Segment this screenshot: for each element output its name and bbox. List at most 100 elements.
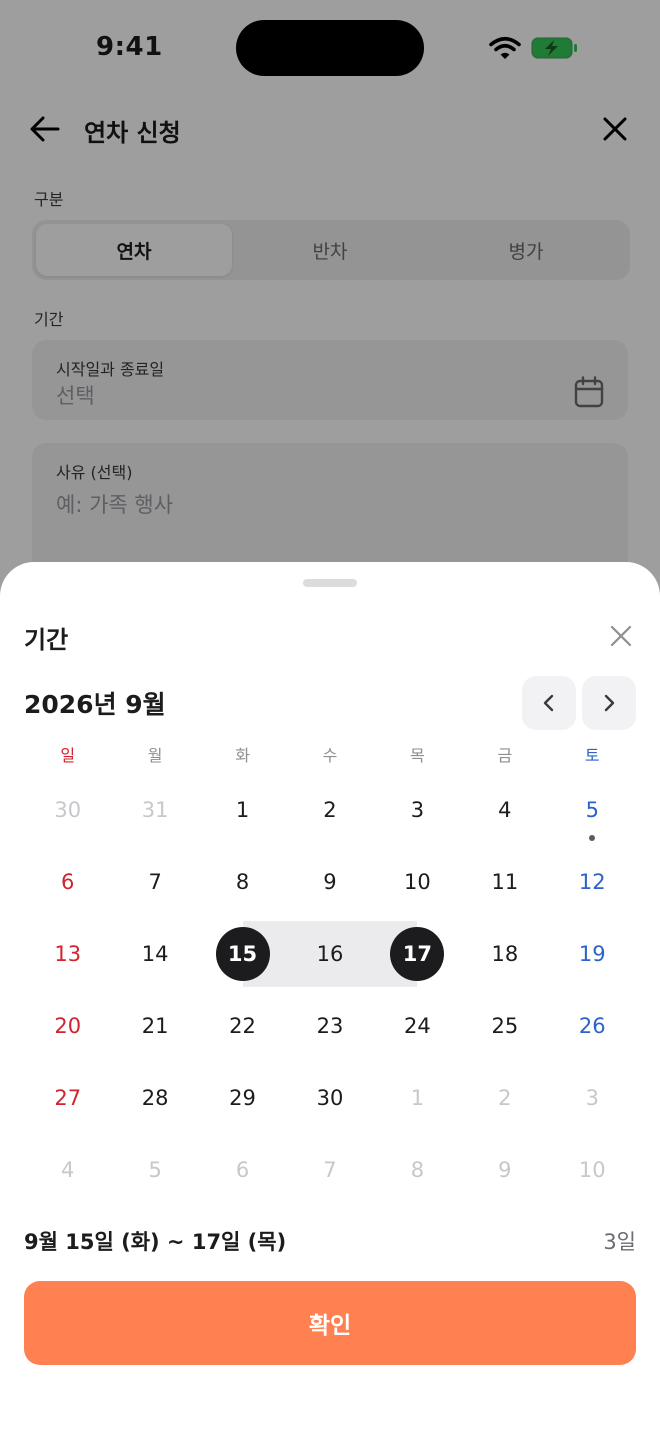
day-number: 13 <box>54 942 82 966</box>
calendar-day[interactable]: 12 <box>549 846 636 918</box>
day-number: 9 <box>498 1158 512 1182</box>
calendar-day[interactable]: 16 <box>286 918 373 990</box>
calendar-day[interactable]: 10 <box>374 846 461 918</box>
calendar-day-outside-month: 5 <box>111 1134 198 1206</box>
calendar-day[interactable]: 27 <box>24 1062 111 1134</box>
day-number: 15 <box>215 927 270 981</box>
day-number: 16 <box>316 942 344 966</box>
calendar-day[interactable]: 2 <box>286 774 373 846</box>
day-number: 2 <box>323 798 337 822</box>
day-number: 19 <box>578 942 606 966</box>
calendar-day[interactable]: 7 <box>111 846 198 918</box>
calendar-day[interactable]: 4 <box>461 774 548 846</box>
next-month-button[interactable] <box>582 676 636 730</box>
chevron-right-icon <box>604 694 615 712</box>
day-number: 12 <box>578 870 606 894</box>
chevron-left-icon <box>543 694 554 712</box>
day-number: 31 <box>141 798 169 822</box>
day-number: 21 <box>141 1014 169 1038</box>
calendar-day-selected[interactable]: 17 <box>374 918 461 990</box>
day-number: 25 <box>491 1014 519 1038</box>
weekday-label: 금 <box>497 746 513 765</box>
calendar-day-selected[interactable]: 15 <box>199 918 286 990</box>
calendar-day-outside-month: 2 <box>461 1062 548 1134</box>
day-number: 14 <box>141 942 169 966</box>
calendar-day[interactable]: 1 <box>199 774 286 846</box>
calendar-day[interactable]: 14 <box>111 918 198 990</box>
calendar-day[interactable]: 19 <box>549 918 636 990</box>
today-dot-indicator <box>589 835 596 841</box>
calendar-day[interactable]: 9 <box>286 846 373 918</box>
weekday-label: 토 <box>584 746 600 765</box>
calendar-day-outside-month: 10 <box>549 1134 636 1206</box>
calendar-day[interactable]: 11 <box>461 846 548 918</box>
calendar-day-outside-month: 4 <box>24 1134 111 1206</box>
calendar-day-outside-month: 3 <box>549 1062 636 1134</box>
day-number: 20 <box>54 1014 82 1038</box>
month-title: 2026년 9월 <box>24 690 166 719</box>
calendar-day[interactable]: 6 <box>24 846 111 918</box>
weekday-header: 일월화수목금토 <box>24 742 636 772</box>
calendar-day[interactable]: 24 <box>374 990 461 1062</box>
day-number: 4 <box>61 1158 75 1182</box>
calendar-day[interactable]: 8 <box>199 846 286 918</box>
calendar-day-outside-month: 6 <box>199 1134 286 1206</box>
calendar-day[interactable]: 20 <box>24 990 111 1062</box>
calendar-day[interactable]: 13 <box>24 918 111 990</box>
calendar-day[interactable]: 5 <box>549 774 636 846</box>
calendar-day[interactable]: 22 <box>199 990 286 1062</box>
day-number: 30 <box>316 1086 344 1110</box>
prev-month-button[interactable] <box>522 676 576 730</box>
calendar-day[interactable]: 18 <box>461 918 548 990</box>
day-number: 3 <box>585 1086 599 1110</box>
day-number: 5 <box>148 1158 162 1182</box>
day-number: 26 <box>578 1014 606 1038</box>
day-number: 23 <box>316 1014 344 1038</box>
day-number: 24 <box>404 1014 431 1038</box>
sheet-title: 기간 <box>24 626 69 654</box>
selected-range-summary: 9월 15일 (화) ~ 17일 (목) <box>24 1230 287 1254</box>
day-number: 18 <box>491 942 519 966</box>
calendar-day-outside-month: 7 <box>286 1134 373 1206</box>
day-number: 28 <box>141 1086 169 1110</box>
calendar-day[interactable]: 21 <box>111 990 198 1062</box>
day-number: 29 <box>229 1086 256 1110</box>
calendar-day[interactable]: 23 <box>286 990 373 1062</box>
close-icon[interactable] <box>607 622 635 650</box>
calendar-day[interactable]: 30 <box>286 1062 373 1134</box>
selected-days-count: 3일 <box>603 1230 636 1254</box>
calendar-day-outside-month: 31 <box>111 774 198 846</box>
day-number: 27 <box>54 1086 82 1110</box>
weekday-label: 일 <box>60 746 76 765</box>
calendar-grid: 30 31 1 2 3 4 5 6 7 8 9 10 11 12 13 14 15 16 17 18 19 20 21 22 2… <box>24 774 636 1206</box>
calendar-day-outside-month: 9 <box>461 1134 548 1206</box>
weekday-label: 수 <box>322 746 338 765</box>
calendar-day-outside-month: 1 <box>374 1062 461 1134</box>
calendar-day[interactable]: 28 <box>111 1062 198 1134</box>
day-number: 30 <box>54 798 82 822</box>
calendar-day-outside-month: 30 <box>24 774 111 846</box>
day-number: 7 <box>323 1158 337 1182</box>
sheet-grabber[interactable] <box>303 579 357 587</box>
day-number: 7 <box>148 870 162 894</box>
day-number: 8 <box>235 870 250 894</box>
weekday-label: 목 <box>410 746 425 765</box>
calendar-day-outside-month: 8 <box>374 1134 461 1206</box>
day-number: 1 <box>410 1086 425 1110</box>
day-number: 22 <box>229 1014 256 1038</box>
calendar-day[interactable]: 29 <box>199 1062 286 1134</box>
date-picker-sheet: 기간 2026년 9월 일월화수목금토 30 31 1 2 3 4 5 6 7 8 9 10 11 12 1… <box>0 562 660 1434</box>
day-number: 1 <box>235 798 250 822</box>
day-number: 9 <box>323 870 337 894</box>
day-number: 4 <box>498 798 512 822</box>
calendar-day[interactable]: 26 <box>549 990 636 1062</box>
screen: 9:41 연차 신청 구분 연차 반차 병가 기간 시작일과 종료일 선택 사유… <box>0 0 660 1434</box>
day-number: 8 <box>410 1158 425 1182</box>
calendar-day[interactable]: 25 <box>461 990 548 1062</box>
day-number: 11 <box>491 870 519 894</box>
day-number: 2 <box>498 1086 512 1110</box>
day-number: 6 <box>61 870 75 894</box>
calendar-day[interactable]: 3 <box>374 774 461 846</box>
confirm-button[interactable]: 확인 <box>24 1281 636 1365</box>
day-number: 10 <box>404 870 431 894</box>
